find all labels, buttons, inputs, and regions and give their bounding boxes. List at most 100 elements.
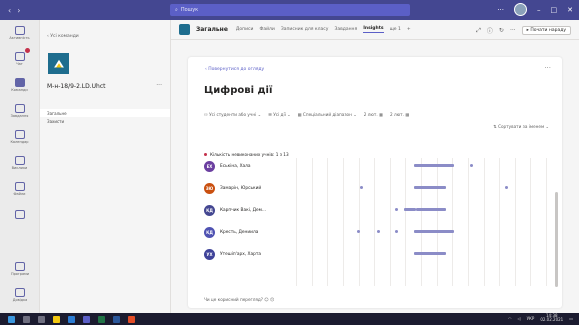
student-row[interactable]: КД Кресть, Дениила (204, 225, 258, 239)
student-row[interactable]: ЕХ Еськіна, Хала (204, 159, 251, 173)
forward-arrow-icon[interactable]: › (17, 6, 20, 15)
notification-badge (25, 48, 30, 53)
channel-item-protection[interactable]: Захисти (40, 117, 170, 125)
grid-line (389, 158, 391, 286)
word-icon[interactable] (113, 315, 120, 323)
windows-start-icon[interactable] (8, 315, 15, 323)
activity-bar[interactable] (416, 208, 446, 211)
minimize-button[interactable]: – (537, 6, 541, 14)
title-bar: ‹ › ⌕ Пошук ··· – □ ✕ (0, 0, 579, 20)
card-more-icon[interactable]: ··· (544, 64, 551, 72)
activity-dot[interactable] (504, 185, 508, 189)
activity-dot[interactable] (394, 207, 398, 211)
grid-line (483, 158, 485, 286)
more-icon[interactable]: ··· (497, 6, 504, 14)
teams-icon[interactable] (83, 315, 90, 323)
tab-assignments[interactable]: Завдання (334, 27, 357, 32)
rail-item-2[interactable]: Чат (0, 46, 39, 72)
grid-line (546, 158, 547, 286)
notifications-icon[interactable]: ▭ (569, 316, 573, 321)
activity-bar[interactable] (413, 186, 446, 189)
channel-title: Загальне (196, 26, 228, 33)
meet-button[interactable]: ▸ Почати нараду (521, 26, 571, 35)
app-rail: Активність Чат Команди Завдання Календар Викл… (0, 20, 40, 313)
activity-dot[interactable] (377, 229, 380, 233)
student-row[interactable]: КД Карпчик Вакі, Дем... (204, 203, 266, 217)
rail-bottom-item-1[interactable]: Програми (0, 256, 40, 282)
scrollbar[interactable] (555, 192, 558, 287)
volume-icon[interactable]: ◁ (518, 316, 521, 321)
activity-grid (296, 158, 547, 290)
activity-bar[interactable] (413, 230, 454, 233)
search-input[interactable]: ⌕ Пошук (170, 4, 410, 16)
task-view-icon[interactable] (38, 315, 45, 323)
video-icon: ▸ (526, 28, 529, 33)
student-row[interactable]: УХ Утешіп'арх, Харта (204, 247, 261, 261)
rail-item-5[interactable]: Календар (0, 124, 39, 150)
calendar-icon (14, 130, 25, 139)
edge-icon[interactable] (68, 315, 75, 323)
activity-bar[interactable] (413, 164, 454, 167)
legend-dot (204, 153, 207, 156)
rail-item-8[interactable] (0, 202, 39, 228)
all-teams-link[interactable]: ‹ Усі команди (47, 34, 79, 39)
activity-dot[interactable] (359, 185, 363, 189)
team-more-icon[interactable]: ··· (156, 82, 162, 89)
refresh-icon[interactable]: ↻ (499, 27, 504, 34)
tab-notebook[interactable]: Записник для класу (281, 27, 329, 32)
chat-icon (14, 52, 25, 61)
info-icon[interactable]: ⓘ (487, 26, 493, 35)
date-to[interactable]: 2 лют. ▦ (390, 112, 409, 117)
clock[interactable]: 14:38 02.02.2021 (540, 313, 563, 323)
filter-students[interactable]: ⚇ Усі студенти або учні ⌄ (204, 112, 261, 117)
filter-range[interactable]: ▦ Спеціальний діапазон ⌄ (298, 112, 357, 117)
date-from[interactable]: 2 лют. ▦ (364, 112, 383, 117)
activity-bar[interactable] (413, 252, 446, 255)
main-area: Загальне Дописи Файли Записник для класу… (171, 20, 579, 313)
rail-item-label: Файли (13, 192, 26, 196)
rail-bottom-item-2[interactable]: Довідка (0, 282, 40, 308)
tab-bar: Загальне Дописи Файли Записник для класу… (171, 20, 579, 40)
search-icon[interactable] (23, 315, 30, 323)
channel-item-general[interactable]: Загальне (40, 109, 170, 117)
search-icon: ⌕ (175, 7, 178, 13)
rail-item-7[interactable]: Файли (0, 176, 39, 202)
tab-insights[interactable]: Insights (363, 26, 384, 33)
activity-dot[interactable] (394, 229, 398, 233)
back-to-overview-link[interactable]: ‹ Повернутися до огляду (205, 67, 264, 72)
rail-item-label: Команди (11, 88, 28, 92)
more-actions-icon[interactable]: ··· (510, 27, 516, 34)
rail-item-6[interactable]: Виклики (0, 150, 39, 176)
maximize-button[interactable]: □ (551, 6, 558, 14)
activity-bar[interactable] (403, 208, 416, 211)
expand-icon[interactable]: ⤢ (476, 27, 481, 35)
activity-dot[interactable] (469, 163, 473, 167)
tab-more[interactable]: ще 1 (390, 27, 401, 32)
rail-item-4[interactable]: Завдання (0, 98, 39, 124)
file-explorer-icon[interactable] (53, 315, 60, 323)
thumbs-down-icon[interactable]: ☹ (270, 297, 274, 302)
language-indicator[interactable]: УКР (527, 316, 535, 321)
back-arrow-icon[interactable]: ‹ (8, 6, 11, 15)
grid-line (296, 158, 297, 286)
app-icon[interactable] (128, 315, 135, 323)
wifi-icon[interactable]: ◠ (508, 316, 512, 321)
student-row[interactable]: ЗЮ Замарін, Юрський (204, 181, 261, 195)
rail-item-1[interactable]: Активність (0, 20, 39, 46)
tab-files[interactable]: Файли (259, 27, 274, 32)
add-tab-button[interactable]: + (407, 27, 411, 32)
grid-line (327, 158, 329, 286)
avatar: ЕХ (204, 160, 215, 172)
insights-card: ‹ Повернутися до огляду ··· Цифрові дії … (188, 57, 562, 308)
team-logo-icon (53, 59, 64, 67)
sort-dropdown[interactable]: ⇅ Сортувати за іменем ⌄ (493, 124, 549, 129)
filter-actions[interactable]: ☰ Усі дії ⌄ (268, 112, 291, 117)
rail-item-3[interactable]: Команди (0, 72, 39, 98)
grid-line (436, 158, 438, 286)
activity-dot[interactable] (357, 229, 360, 233)
excel-icon[interactable] (98, 315, 105, 323)
close-button[interactable]: ✕ (567, 6, 573, 14)
tab-posts[interactable]: Дописи (236, 27, 254, 32)
avatar[interactable] (514, 3, 527, 16)
feedback-prompt: Чи це корисний перегляд? ☺ ☹ (204, 297, 275, 302)
